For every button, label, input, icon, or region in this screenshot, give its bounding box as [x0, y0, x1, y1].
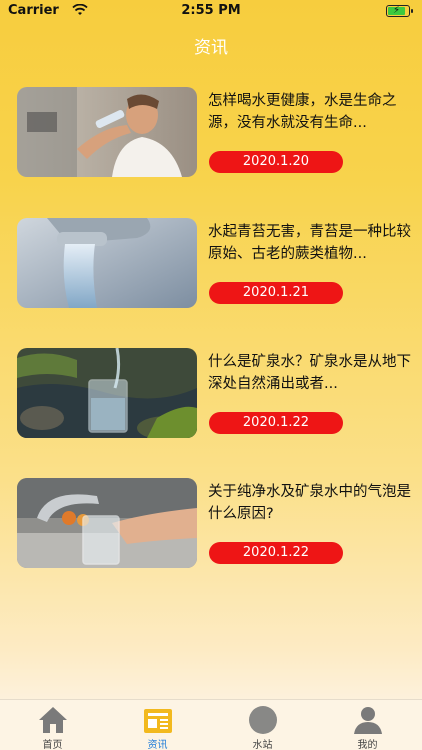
- article-date-badge: 2020.1.22: [209, 542, 343, 564]
- article-date-badge: 2020.1.22: [209, 412, 343, 434]
- tab-news[interactable]: 资讯: [105, 700, 210, 750]
- news-icon: [144, 709, 172, 733]
- article-title-line: 水起青苔无害，青苔是一种比较: [208, 224, 411, 240]
- article-thumbnail: [17, 478, 197, 568]
- battery-icon: ⚡: [386, 5, 413, 17]
- tab-home[interactable]: 首页: [0, 700, 105, 750]
- article-card[interactable]: 什么是矿泉水？矿泉水是从地下 深处自然涌出或者... 2020.1.22: [17, 348, 422, 440]
- article-card[interactable]: 关于纯净水及矿泉水中的气泡是 什么原因? 2020.1.22: [17, 478, 422, 570]
- article-title: 水起青苔无害，青苔是一种比较 原始、古老的蕨类植物...: [208, 221, 422, 265]
- article-thumbnail: [17, 87, 197, 177]
- article-title: 怎样喝水更健康，水是生命之 源，没有水就没有生命...: [208, 90, 422, 134]
- clock: 2:55 PM: [181, 3, 241, 18]
- tab-label: 资讯: [147, 740, 168, 750]
- article-title-line: 怎样喝水更健康，水是生命之: [208, 93, 397, 109]
- article-date-badge: 2020.1.20: [209, 151, 343, 173]
- article-date-badge: 2020.1.21: [209, 282, 343, 304]
- article-title-line: 什么是矿泉水？矿泉水是从地下: [208, 354, 411, 370]
- article-card[interactable]: 怎样喝水更健康，水是生命之 源，没有水就没有生命... 2020.1.20: [17, 87, 422, 179]
- tab-bar: 首页 资讯 水站 我的: [0, 699, 422, 750]
- tab-water-station[interactable]: 水站: [210, 700, 315, 750]
- water-station-icon: [249, 706, 277, 734]
- article-title: 什么是矿泉水？矿泉水是从地下 深处自然涌出或者...: [208, 351, 422, 395]
- tab-label: 首页: [42, 740, 63, 750]
- article-title: 关于纯净水及矿泉水中的气泡是 什么原因?: [208, 481, 422, 525]
- status-bar: Carrier 2:55 PM ⚡: [0, 0, 422, 22]
- article-title-line: 什么原因?: [208, 506, 274, 522]
- charging-bolt-icon: ⚡: [393, 5, 401, 16]
- article-card[interactable]: 水起青苔无害，青苔是一种比较 原始、古老的蕨类植物... 2020.1.21: [17, 218, 422, 310]
- page-title: 资讯: [194, 38, 228, 58]
- profile-icon: [354, 707, 382, 734]
- article-thumbnail: [17, 218, 197, 308]
- article-title-line: 源，没有水就没有生命...: [208, 115, 367, 131]
- tab-label: 我的: [357, 740, 378, 750]
- tab-profile[interactable]: 我的: [315, 700, 420, 750]
- article-title-line: 深处自然涌出或者...: [208, 376, 338, 392]
- article-thumbnail: [17, 348, 197, 438]
- tab-label: 水站: [252, 740, 273, 750]
- article-title-line: 原始、古老的蕨类植物...: [208, 246, 367, 262]
- home-icon: [39, 707, 67, 733]
- article-title-line: 关于纯净水及矿泉水中的气泡是: [208, 484, 411, 500]
